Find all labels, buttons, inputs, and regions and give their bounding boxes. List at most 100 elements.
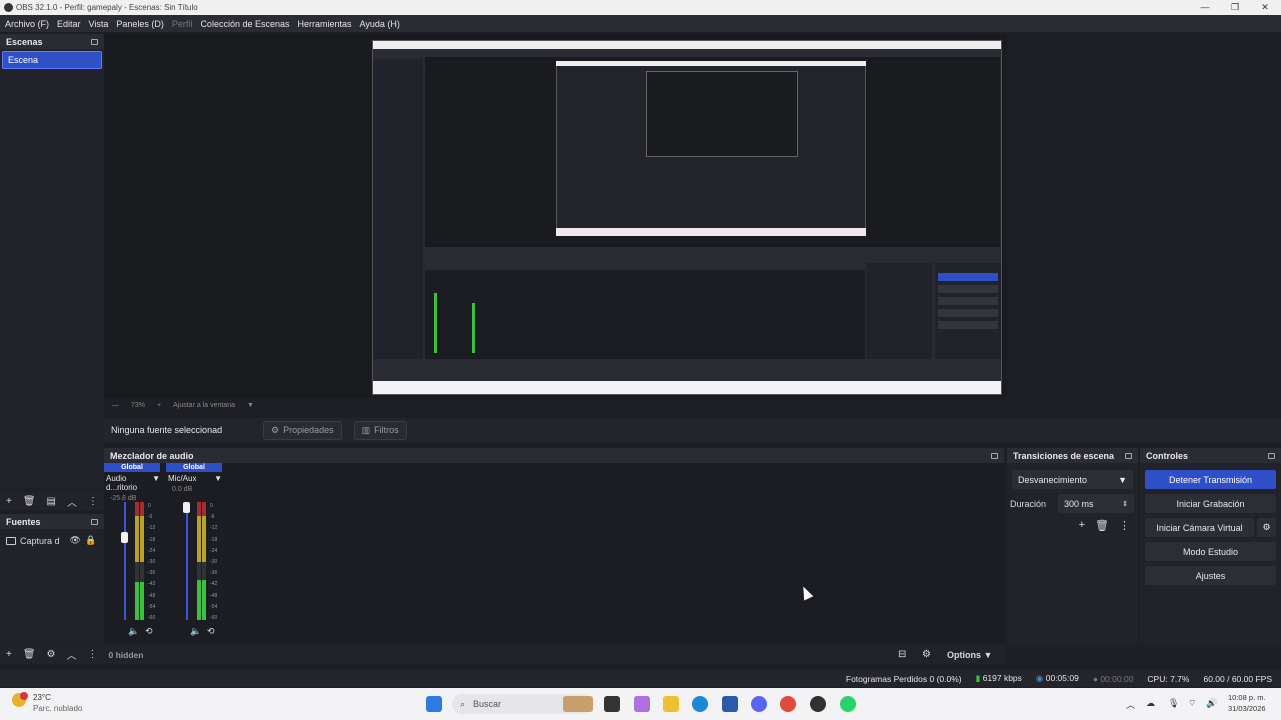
move-up-icon[interactable]: ︿ bbox=[67, 494, 77, 509]
volume-knob[interactable] bbox=[183, 502, 190, 513]
transition-select[interactable]: Desvanecimiento ▼ bbox=[1012, 470, 1133, 489]
menu-bar: Archivo (F) Editar Vista Paneles (D) Per… bbox=[0, 15, 1281, 32]
menu-herramientas[interactable]: Herramientas bbox=[298, 19, 352, 29]
bitrate: ▮ 6197 kbps bbox=[976, 673, 1022, 684]
undock-icon[interactable] bbox=[91, 38, 98, 45]
filters-button[interactable]: ▥ Filtros bbox=[353, 420, 407, 440]
stop-stream-button[interactable]: Detener Transmisión bbox=[1145, 470, 1276, 489]
tray-mic-icon[interactable]: 🎙 bbox=[1168, 698, 1179, 709]
properties-label: Propiedades bbox=[283, 425, 334, 435]
meter-ticks: 0 -6 -12 -18 -24 -30 -36 -42 -48 -54 -60 bbox=[210, 501, 217, 624]
close-icon[interactable]: ✕ bbox=[1250, 0, 1280, 15]
mixer-channel-desktop: Global Audio d...ritorio ▼ -25.8 dB 0 -6 -1… bbox=[104, 463, 160, 644]
scenes-dock: Escenas Escena bbox=[0, 34, 104, 488]
dropped-frames: Fotogramas Perdidos 0 (0.0%) bbox=[845, 673, 962, 684]
transition-value: Desvanecimiento bbox=[1018, 474, 1088, 485]
meter-tick-label: -6 bbox=[210, 514, 215, 521]
tray-wifi-icon[interactable]: ⌔ bbox=[1188, 698, 1196, 709]
virtual-camera-button[interactable]: Iniciar Cámara Virtual bbox=[1145, 518, 1254, 537]
obs-app-icon[interactable] bbox=[810, 696, 826, 712]
undock-icon[interactable] bbox=[91, 518, 98, 525]
store-icon[interactable] bbox=[722, 696, 738, 712]
more-icon[interactable]: ⋮ bbox=[88, 649, 98, 660]
source-properties-gear-icon[interactable]: ⚙ bbox=[47, 649, 56, 660]
add-scene-icon[interactable]: + bbox=[6, 496, 12, 507]
menu-perfil[interactable]: Perfil bbox=[172, 19, 193, 29]
lock-icon[interactable]: 🔒 bbox=[85, 535, 96, 546]
monitor-icon[interactable]: ⟲ bbox=[145, 626, 153, 637]
zoom-out-icon[interactable]: — bbox=[112, 402, 119, 409]
monitor-icon[interactable]: ⟲ bbox=[207, 626, 215, 637]
chevron-down-icon: ▼ bbox=[1118, 474, 1127, 485]
start-recording-button[interactable]: Iniciar Grabación bbox=[1145, 494, 1276, 513]
meter-tick-label: -30 bbox=[148, 559, 156, 566]
duration-spinbox[interactable]: 300 ms ⇕ bbox=[1058, 494, 1134, 513]
mute-icon[interactable]: 🔈 bbox=[190, 626, 201, 637]
task-view-icon[interactable] bbox=[604, 696, 620, 712]
edge-browser-icon[interactable] bbox=[692, 696, 708, 712]
tray-cloud-icon[interactable]: ☁ bbox=[1146, 698, 1155, 709]
mixer-layout-icon[interactable]: ⊟ bbox=[898, 649, 906, 660]
advanced-audio-icon[interactable]: ⚙ bbox=[922, 649, 931, 660]
spin-arrows-icon[interactable]: ⇕ bbox=[1122, 500, 1128, 508]
copilot-icon[interactable] bbox=[634, 696, 650, 712]
clock-date[interactable]: 31/03/2026 bbox=[1228, 704, 1266, 713]
meter-tick-label: -36 bbox=[148, 570, 156, 577]
tray-volume-icon[interactable]: 🔊 bbox=[1206, 698, 1217, 709]
stream-icon: ◉ bbox=[1035, 673, 1044, 683]
menu-coleccion-escenas[interactable]: Colección de Escenas bbox=[200, 19, 289, 29]
studio-mode-button[interactable]: Modo Estudio bbox=[1145, 542, 1276, 561]
menu-editar[interactable]: Editar bbox=[57, 19, 81, 29]
scene-filter-icon[interactable]: ▤ bbox=[47, 496, 56, 507]
fit-window-button[interactable]: Ajustar a la ventana bbox=[173, 402, 235, 409]
menu-archivo[interactable]: Archivo (F) bbox=[5, 19, 49, 29]
scene-item[interactable]: Escena bbox=[2, 51, 102, 69]
gear-icon[interactable]: ⚙ bbox=[1257, 518, 1276, 537]
fps: 60.00 / 60.00 FPS bbox=[1203, 673, 1272, 684]
volume-slider[interactable] bbox=[186, 502, 188, 620]
zoom-value: 73% bbox=[131, 401, 146, 409]
visibility-eye-icon[interactable]: 👁 bbox=[70, 535, 81, 546]
channel-menu-icon[interactable]: ▼ bbox=[152, 474, 160, 492]
channel-menu-icon[interactable]: ▼ bbox=[214, 474, 222, 483]
more-icon[interactable]: ⋮ bbox=[1119, 519, 1130, 532]
undock-icon[interactable] bbox=[1268, 452, 1275, 459]
zoom-dropdown-icon[interactable]: ▼ bbox=[247, 402, 254, 409]
add-source-icon[interactable]: + bbox=[6, 649, 12, 660]
whatsapp-icon[interactable] bbox=[840, 696, 856, 712]
remove-source-icon[interactable]: 🗑 bbox=[23, 649, 36, 660]
stream-time: ◉ 00:05:09 bbox=[1036, 673, 1079, 684]
mute-icon[interactable]: 🔈 bbox=[128, 626, 139, 637]
discord-icon[interactable] bbox=[751, 696, 767, 712]
scenes-header: Escenas bbox=[0, 34, 104, 49]
scenes-title: Escenas bbox=[6, 36, 43, 47]
volume-knob[interactable] bbox=[121, 532, 128, 543]
menu-ayuda[interactable]: Ayuda (H) bbox=[360, 19, 400, 29]
minimize-icon[interactable]: — bbox=[1190, 0, 1220, 15]
more-icon[interactable]: ⋮ bbox=[88, 496, 98, 507]
properties-button[interactable]: ⚙ Propiedades bbox=[263, 420, 342, 440]
widget-image-icon[interactable] bbox=[563, 696, 593, 712]
undock-icon[interactable] bbox=[1125, 452, 1132, 459]
source-item[interactable]: Captura d 👁 🔒 bbox=[0, 529, 104, 552]
settings-button[interactable]: Ajustes bbox=[1145, 566, 1276, 585]
remove-scene-icon[interactable]: 🗑 bbox=[23, 496, 36, 507]
chrome-icon[interactable] bbox=[780, 696, 796, 712]
remove-transition-icon[interactable]: 🗑 bbox=[1095, 519, 1109, 532]
meter-tick-label: -54 bbox=[210, 603, 218, 610]
maximize-icon[interactable]: ❐ bbox=[1220, 0, 1250, 15]
scenes-toolbar: + 🗑 ▤ ︿ ⋮ bbox=[0, 492, 104, 510]
file-explorer-icon[interactable] bbox=[663, 696, 679, 712]
menu-paneles[interactable]: Paneles (D) bbox=[116, 19, 164, 29]
menu-vista[interactable]: Vista bbox=[89, 19, 109, 29]
move-up-icon[interactable]: ︿ bbox=[67, 647, 77, 662]
clock-time[interactable]: 10:08 p. m. bbox=[1228, 693, 1266, 702]
volume-slider[interactable] bbox=[124, 502, 126, 620]
add-transition-icon[interactable]: + bbox=[1079, 519, 1085, 532]
zoom-in-icon[interactable]: + bbox=[157, 402, 161, 409]
tray-chevron-icon[interactable]: ︿ bbox=[1126, 698, 1135, 711]
mixer-options-button[interactable]: Options ▼ bbox=[947, 650, 992, 660]
windows-start-icon[interactable] bbox=[426, 696, 442, 712]
undock-icon[interactable] bbox=[991, 452, 998, 459]
meter-tick-label: -24 bbox=[148, 547, 156, 554]
